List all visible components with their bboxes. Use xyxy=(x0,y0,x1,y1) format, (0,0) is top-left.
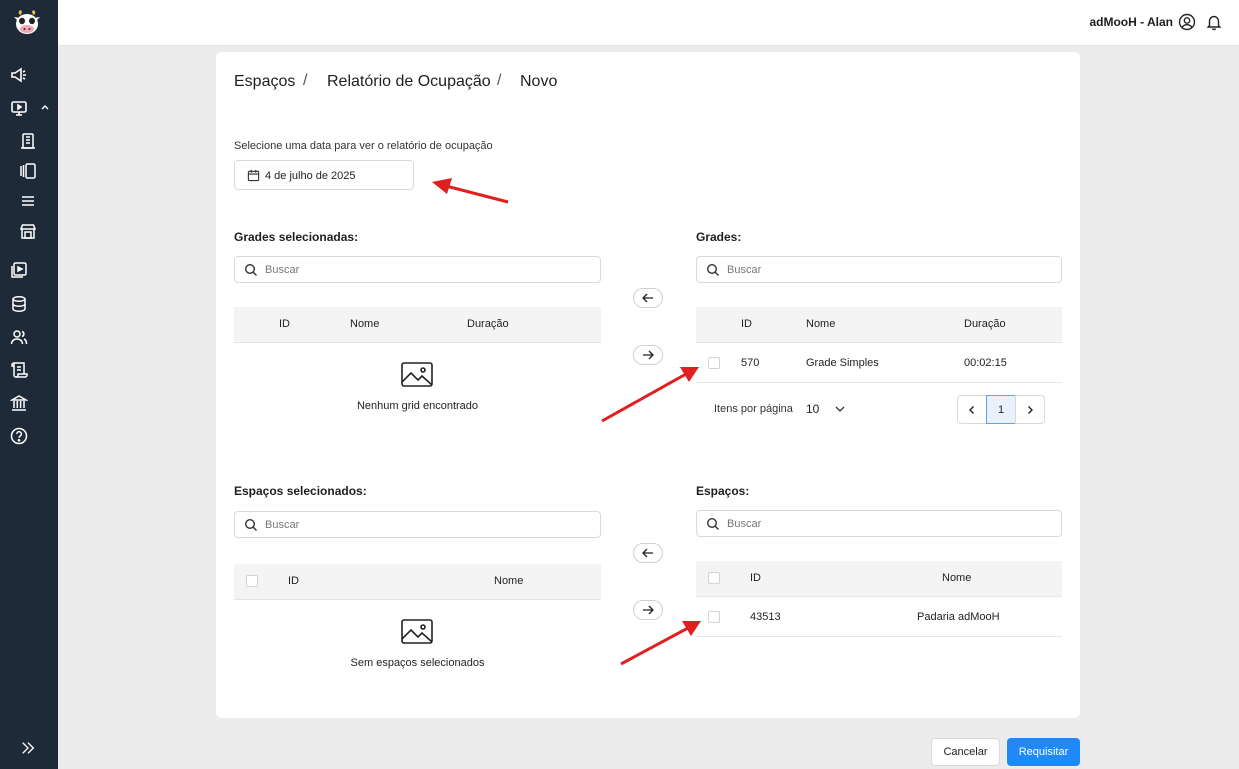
row-checkbox[interactable] xyxy=(708,357,720,369)
column-name[interactable]: Nome xyxy=(350,318,379,330)
chevron-left-icon xyxy=(969,405,974,414)
column-id[interactable]: ID xyxy=(288,575,299,587)
chevron-right-icon xyxy=(1028,405,1033,414)
arrow-right-icon xyxy=(643,605,654,615)
column-duration[interactable]: Duração xyxy=(467,318,509,330)
grid-id: 570 xyxy=(741,357,760,369)
date-value: 4 de julho de 2025 xyxy=(265,170,356,182)
topbar: adMooH - Alan xyxy=(58,0,1239,46)
menu-icon[interactable] xyxy=(19,192,37,210)
user-name[interactable]: adMooH - Alan xyxy=(1089,15,1173,29)
selected-grids-search[interactable] xyxy=(234,256,601,283)
calendar-icon xyxy=(247,169,260,182)
space-id: 43513 xyxy=(750,611,781,623)
monitor-icon[interactable] xyxy=(10,99,28,117)
users-icon[interactable] xyxy=(10,328,28,346)
store-icon[interactable] xyxy=(19,222,37,240)
move-right-button[interactable] xyxy=(633,345,663,365)
search-icon xyxy=(244,263,257,276)
move-left-button[interactable] xyxy=(633,543,663,563)
arrow-right-icon xyxy=(643,350,654,360)
arrow-left-icon xyxy=(642,548,653,558)
database-icon[interactable] xyxy=(10,295,28,313)
cancel-button[interactable]: Cancelar xyxy=(931,738,1000,766)
grids-table-header: ID Nome Duração xyxy=(696,307,1062,343)
panels-icon[interactable] xyxy=(19,162,37,180)
selected-spaces-table-header: ID Nome xyxy=(234,564,601,600)
date-picker[interactable]: 4 de julho de 2025 xyxy=(234,160,414,190)
selected-spaces-search[interactable] xyxy=(234,511,601,538)
move-left-button[interactable] xyxy=(633,288,663,308)
per-page-select[interactable]: 10 xyxy=(806,402,819,416)
column-id[interactable]: ID xyxy=(750,572,761,584)
expand-sidebar-icon[interactable] xyxy=(20,740,36,756)
move-right-button[interactable] xyxy=(633,600,663,620)
breadcrumb-new: Novo xyxy=(520,73,558,90)
bell-icon[interactable] xyxy=(1205,13,1223,31)
request-button[interactable]: Requisitar xyxy=(1007,738,1080,766)
per-page-label: Itens por página xyxy=(714,403,793,415)
row-checkbox[interactable] xyxy=(708,611,720,623)
page-button[interactable]: 1 xyxy=(986,395,1016,424)
column-name[interactable]: Nome xyxy=(942,572,971,584)
spaces-search[interactable] xyxy=(696,510,1062,537)
grid-duration: 00:02:15 xyxy=(964,357,1007,369)
column-id[interactable]: ID xyxy=(741,318,752,330)
space-name: Padaria adMooH xyxy=(917,611,1000,623)
arrow-left-icon xyxy=(642,293,653,303)
bank-icon[interactable] xyxy=(10,394,28,412)
select-all-checkbox[interactable] xyxy=(708,572,720,584)
cow-logo-icon[interactable] xyxy=(10,8,44,36)
column-duration[interactable]: Duração xyxy=(964,318,1006,330)
selected-grids-search-input[interactable] xyxy=(265,261,565,279)
column-name[interactable]: Nome xyxy=(494,575,523,587)
search-icon xyxy=(244,518,257,531)
building-icon[interactable] xyxy=(19,132,37,150)
selected-grids-empty-text: Nenhum grid encontrado xyxy=(356,400,479,412)
help-icon[interactable] xyxy=(10,427,28,445)
selected-spaces-title: Espaços selecionados: xyxy=(234,484,367,498)
column-name[interactable]: Nome xyxy=(806,318,835,330)
grids-title: Grades: xyxy=(696,230,742,244)
selected-grids-table-header: ID Nome Duração xyxy=(234,307,601,343)
spaces-table-header: ID Nome xyxy=(696,561,1062,597)
breadcrumb-separator: / xyxy=(497,72,502,89)
user-account-icon[interactable] xyxy=(1178,13,1196,31)
spaces-title: Espaços: xyxy=(696,484,750,498)
grids-search-input[interactable] xyxy=(727,261,1027,279)
selected-spaces-empty-text: Sem espaços selecionados xyxy=(350,657,485,669)
empty-image-icon xyxy=(401,619,433,644)
breadcrumb-spaces[interactable]: Espaços xyxy=(234,73,295,91)
search-icon xyxy=(706,517,719,530)
select-all-checkbox[interactable] xyxy=(246,575,258,587)
chevron-down-icon[interactable] xyxy=(834,404,846,414)
chevron-up-icon[interactable] xyxy=(40,102,50,112)
selected-spaces-search-input[interactable] xyxy=(265,516,565,534)
prev-page-button[interactable] xyxy=(957,395,987,424)
breadcrumb-separator: / xyxy=(303,72,308,89)
megaphone-icon[interactable] xyxy=(10,66,28,84)
playlist-icon[interactable] xyxy=(10,261,28,279)
empty-image-icon xyxy=(401,362,433,387)
next-page-button[interactable] xyxy=(1015,395,1045,424)
selected-grids-title: Grades selecionadas: xyxy=(234,230,359,244)
date-label: Selecione uma data para ver o relatório … xyxy=(234,140,493,152)
spaces-search-input[interactable] xyxy=(727,515,1027,533)
search-icon xyxy=(706,263,719,276)
scroll-icon[interactable] xyxy=(10,361,28,379)
table-row[interactable]: 43513 Padaria adMooH xyxy=(696,598,1062,637)
column-id[interactable]: ID xyxy=(279,318,290,330)
sidebar xyxy=(0,0,58,769)
breadcrumb-occupancy-report[interactable]: Relatório de Ocupação xyxy=(327,73,491,91)
table-row[interactable]: 570 Grade Simples 00:02:15 xyxy=(696,344,1062,383)
grids-search[interactable] xyxy=(696,256,1062,283)
grid-name: Grade Simples xyxy=(806,357,879,369)
